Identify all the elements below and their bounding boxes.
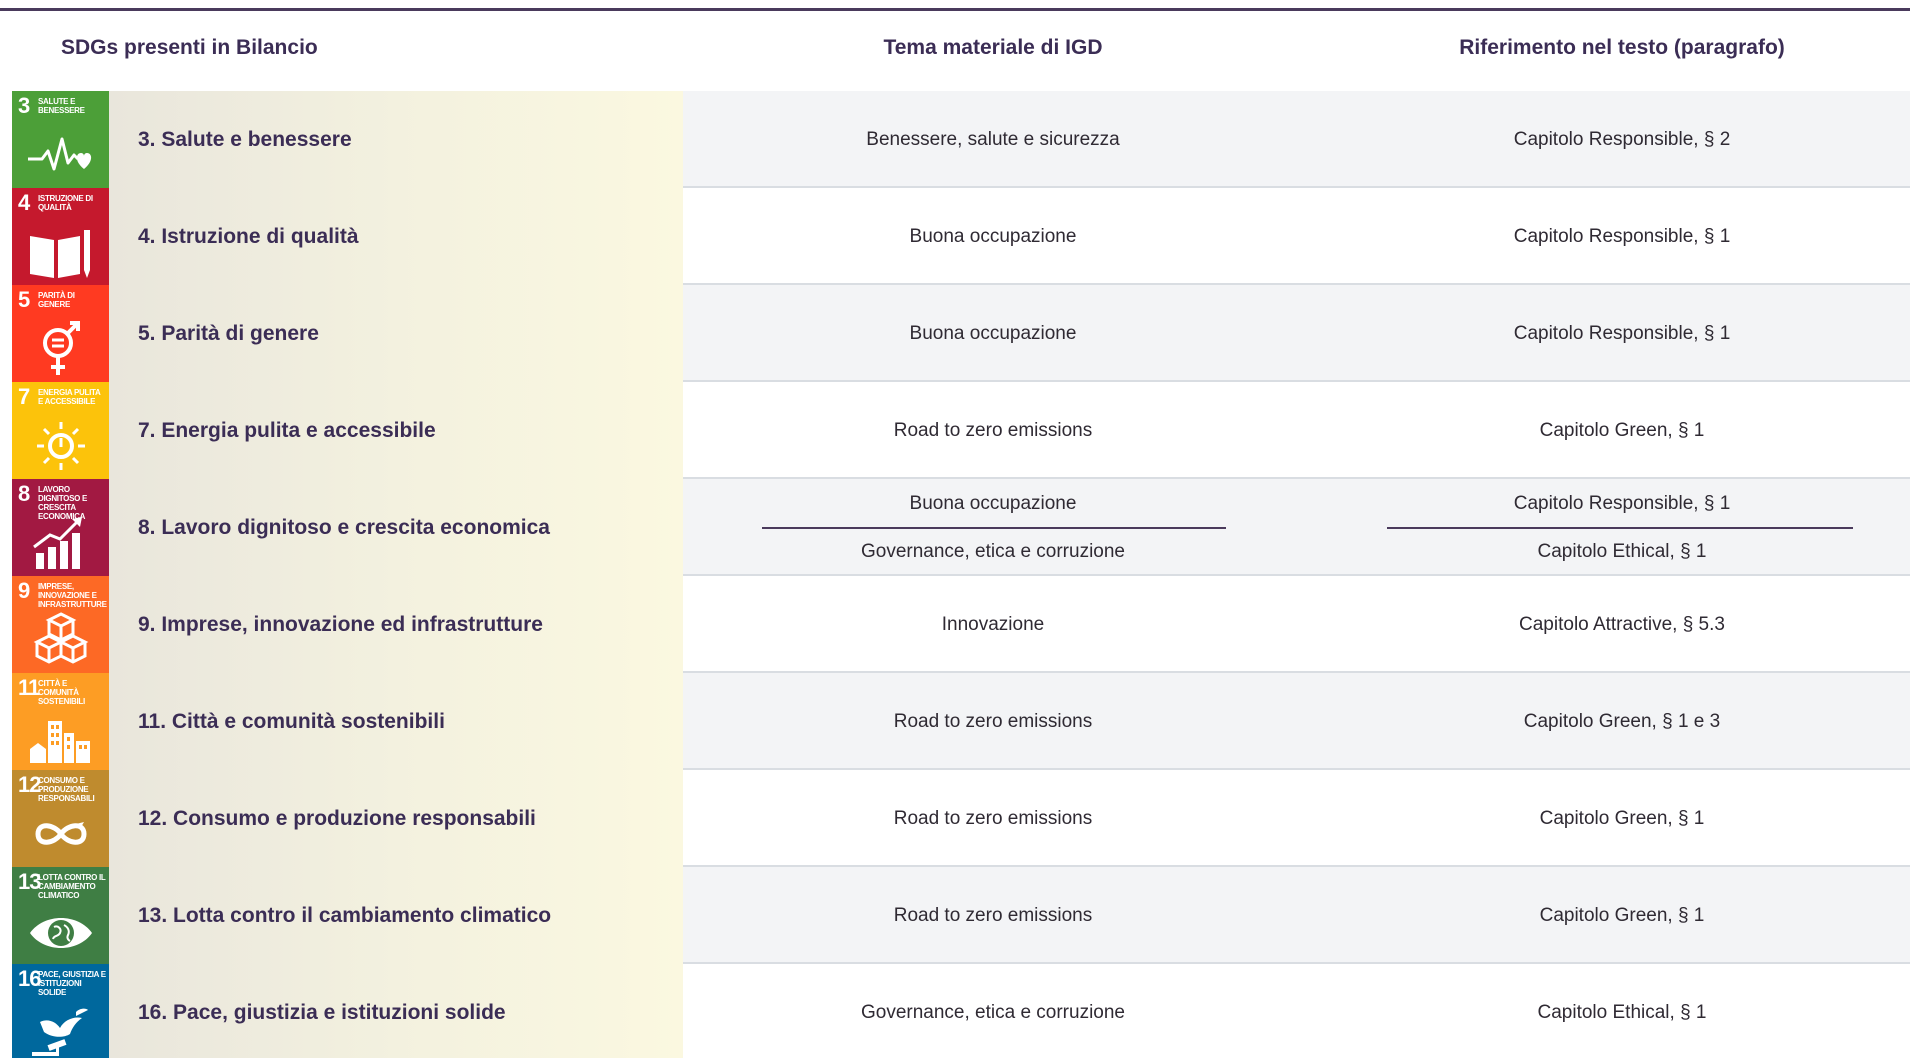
sdg-9-tile: 9 IMPRESE, INNOVAZIONE E INFRASTRUTTURE — [12, 576, 109, 673]
theme-cell: Road to zero emissions — [893, 905, 1093, 926]
growth-chart-icon — [33, 517, 82, 569]
reference-cell: Capitolo Ethical, § 1 — [1537, 541, 1707, 562]
sdg-label: 16. Pace, giustizia e istituzioni solide — [138, 1001, 506, 1024]
theme-cell: Road to zero emissions — [893, 420, 1093, 441]
cubes-icon — [33, 612, 89, 664]
theme-cell: Governance, etica e corruzione — [860, 541, 1126, 562]
table-row: 8 LAVORO DIGNITOSO E CRESCITA ECONOMICA … — [0, 479, 1910, 576]
reference-cell: Capitolo Green, § 1 — [1539, 808, 1705, 829]
reference-cell: Capitolo Responsible, § 1 — [1513, 323, 1731, 344]
infinity-icon — [35, 822, 87, 845]
city-icon — [30, 721, 90, 763]
theme-cell: Buona occupazione — [909, 226, 1077, 247]
reference-cell: Capitolo Responsible, § 1 — [1513, 493, 1731, 514]
theme-cell: Innovazione — [941, 614, 1045, 635]
cell-divider — [762, 527, 1226, 529]
sdg-5-tile: 5 PARITÀ DI GENERE — [12, 285, 109, 382]
reference-cell: Capitolo Responsible, § 1 — [1513, 226, 1731, 247]
theme-cell: Governance, etica e corruzione — [860, 1002, 1126, 1023]
table-row: 7 ENERGIA PULITA E ACCESSIBILE 7. Energi… — [0, 382, 1910, 479]
theme-cell: Benessere, salute e sicurezza — [866, 129, 1120, 150]
heartbeat-icon — [28, 137, 92, 171]
sdg-label: 9. Imprese, innovazione ed infrastruttur… — [138, 613, 543, 636]
sdg-3-tile: 3 SALUTE E BENESSERE — [12, 91, 109, 188]
reference-cell: Capitolo Attractive, § 5.3 — [1519, 614, 1725, 635]
table-row: 13 LOTTA CONTRO IL CAMBIAMENTO CLIMATICO… — [0, 867, 1910, 964]
theme-cell: Road to zero emissions — [893, 711, 1093, 732]
header-tema-materiale: Tema materiale di IGD — [883, 36, 1103, 59]
sdg-label: 3. Salute e benessere — [138, 128, 352, 151]
table-row: 3 SALUTE E BENESSERE 3. Salute e benesse… — [0, 91, 1910, 188]
sdg-8-tile: 8 LAVORO DIGNITOSO E CRESCITA ECONOMICA — [12, 479, 109, 576]
table-row: 16 PACE, GIUSTIZIA E ISTITUZIONI SOLIDE … — [0, 964, 1910, 1058]
theme-cell: Buona occupazione — [909, 323, 1077, 344]
reference-cell: Capitolo Green, § 1 — [1539, 905, 1705, 926]
top-rule — [0, 8, 1910, 11]
table-row: 12 CONSUMO E PRODUZIONE RESPONSABILI 12.… — [0, 770, 1910, 867]
sun-power-icon — [37, 422, 85, 470]
reference-cell: Capitolo Green, § 1 — [1539, 420, 1705, 441]
gender-equality-icon — [43, 321, 80, 375]
sdg-4-tile: 4 ISTRUZIONE DI QUALITÀ — [12, 188, 109, 285]
theme-cell: Buona occupazione — [909, 493, 1077, 514]
table-row: 5 PARITÀ DI GENERE 5. Parità di genere B… — [0, 285, 1910, 382]
header-riferimento: Riferimento nel testo (paragrafo) — [1459, 36, 1785, 59]
sdg-7-tile: 7 ENERGIA PULITA E ACCESSIBILE — [12, 382, 109, 479]
table-row: 11 CITTÀ E COMUNITÀ SOSTENIBILI 11. Citt… — [0, 673, 1910, 770]
header-sdgs: SDGs presenti in Bilancio — [61, 36, 318, 59]
table-row: 4 ISTRUZIONE DI QUALITÀ 4. Istruzione di… — [0, 188, 1910, 285]
sdg-label: 4. Istruzione di qualità — [138, 225, 359, 248]
reference-cell: Capitolo Green, § 1 e 3 — [1523, 711, 1721, 732]
sdg-13-tile: 13 LOTTA CONTRO IL CAMBIAMENTO CLIMATICO — [12, 867, 109, 964]
dove-gavel-icon — [32, 1008, 88, 1056]
sdg-label: 7. Energia pulita e accessibile — [138, 419, 436, 442]
book-pencil-icon — [30, 230, 90, 278]
reference-cell: Capitolo Responsible, § 2 — [1513, 129, 1731, 150]
theme-cell: Road to zero emissions — [893, 808, 1093, 829]
earth-eye-icon — [30, 918, 92, 948]
reference-cell: Capitolo Ethical, § 1 — [1537, 1002, 1707, 1023]
cell-divider — [1387, 527, 1853, 529]
sdg-label: 8. Lavoro dignitoso e crescita economica — [138, 516, 550, 539]
sdg-label: 12. Consumo e produzione responsabili — [138, 807, 536, 830]
sdg-11-tile: 11 CITTÀ E COMUNITÀ SOSTENIBILI — [12, 673, 109, 770]
sdg-16-tile: 16 PACE, GIUSTIZIA E ISTITUZIONI SOLIDE — [12, 964, 109, 1058]
sdg-label: 11. Città e comunità sostenibili — [138, 710, 445, 733]
sdg-label: 13. Lotta contro il cambiamento climatic… — [138, 904, 552, 927]
table-row: 9 IMPRESE, INNOVAZIONE E INFRASTRUTTURE … — [0, 576, 1910, 673]
sdg-label: 5. Parità di genere — [138, 322, 319, 345]
sdg-12-tile: 12 CONSUMO E PRODUZIONE RESPONSABILI — [12, 770, 109, 867]
